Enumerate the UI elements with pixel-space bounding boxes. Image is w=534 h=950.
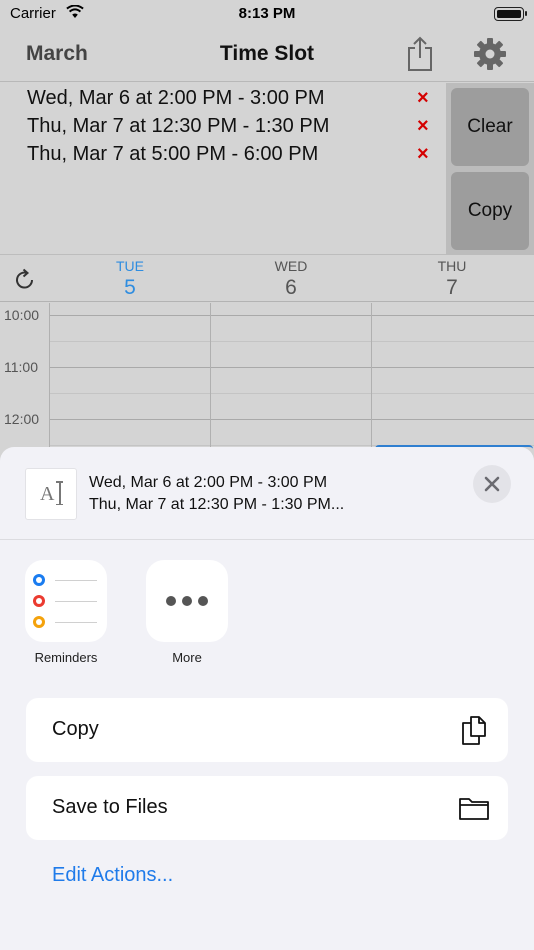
refresh-icon[interactable]	[13, 268, 37, 292]
day-number: 6	[285, 276, 297, 299]
preview-line-1: Wed, Mar 6 at 2:00 PM - 3:00 PM	[89, 474, 328, 491]
day-name: WED	[274, 258, 308, 274]
status-time: 8:13 PM	[238, 5, 296, 22]
close-button[interactable]	[473, 465, 511, 503]
day-number: 5	[124, 276, 136, 299]
remove-slot-icon[interactable]: ×	[417, 87, 429, 110]
copy-button[interactable]: Copy	[451, 172, 529, 250]
close-icon	[484, 476, 500, 492]
slot-text: Thu, Mar 7 at 5:00 PM - 6:00 PM	[27, 143, 319, 165]
slot-actions-column: Clear Copy	[446, 83, 534, 255]
slot-item: Wed, Mar 6 at 2:00 PM - 3:00 PM ×	[27, 85, 442, 113]
hour-line	[49, 419, 534, 420]
calendar-grid[interactable]: 10:00 11:00 12:00	[0, 303, 534, 455]
more-apps-button[interactable]	[146, 560, 228, 642]
time-label: 12:00	[4, 411, 40, 427]
navigation-bar: March Time Slot	[0, 28, 534, 82]
week-header: TUE 5 WED 6 THU 7	[0, 256, 534, 302]
slot-item: Thu, Mar 7 at 12:30 PM - 1:30 PM ×	[27, 113, 442, 141]
reminders-app-button[interactable]	[25, 560, 107, 642]
folder-icon	[458, 792, 490, 824]
share-icon[interactable]	[404, 36, 436, 72]
status-bar: Carrier 8:13 PM	[0, 0, 534, 28]
slot-text: Wed, Mar 6 at 2:00 PM - 3:00 PM	[27, 87, 325, 109]
half-hour-line	[49, 341, 534, 342]
more-icon	[166, 596, 208, 606]
slot-item: Thu, Mar 7 at 5:00 PM - 6:00 PM ×	[27, 141, 442, 169]
preview-line-2: Thu, Mar 7 at 12:30 PM - 1:30 PM...	[89, 496, 345, 513]
battery-icon	[494, 7, 527, 21]
share-sheet-header: A Wed, Mar 6 at 2:00 PM - 3:00 PM Thu, M…	[0, 447, 534, 540]
preview-glyph: A	[40, 483, 55, 505]
column-divider	[49, 303, 50, 453]
copy-action[interactable]: Copy	[26, 698, 508, 762]
save-to-files-action[interactable]: Save to Files	[26, 776, 508, 840]
share-sheet: A Wed, Mar 6 at 2:00 PM - 3:00 PM Thu, M…	[0, 447, 534, 950]
copy-action-label: Copy	[52, 718, 99, 740]
remove-slot-icon[interactable]: ×	[417, 143, 429, 166]
month-button[interactable]: March	[26, 42, 88, 66]
day-header-wed[interactable]: WED 6	[211, 256, 371, 300]
more-label: More	[172, 650, 202, 665]
save-to-files-label: Save to Files	[52, 796, 168, 818]
day-name: THU	[437, 258, 467, 274]
remove-slot-icon[interactable]: ×	[417, 115, 429, 138]
reminders-label: Reminders	[34, 650, 98, 665]
day-name: TUE	[116, 258, 144, 274]
column-divider	[371, 303, 372, 453]
day-number: 7	[446, 276, 458, 299]
half-hour-line	[49, 393, 534, 394]
text-document-icon: A	[25, 468, 77, 520]
selected-slots-panel: Wed, Mar 6 at 2:00 PM - 3:00 PM × Thu, M…	[0, 83, 534, 255]
time-label: 11:00	[4, 359, 38, 375]
day-header-tue[interactable]: TUE 5	[50, 256, 210, 300]
column-divider	[210, 303, 211, 453]
gear-icon[interactable]	[473, 37, 507, 71]
time-label: 10:00	[4, 307, 40, 323]
hour-line	[49, 315, 534, 316]
day-header-thu[interactable]: THU 7	[372, 256, 532, 300]
edit-actions-link[interactable]: Edit Actions...	[52, 864, 173, 887]
hour-line	[49, 367, 534, 368]
slot-text: Thu, Mar 7 at 12:30 PM - 1:30 PM	[27, 115, 330, 137]
copy-icon	[458, 714, 490, 746]
clear-button[interactable]: Clear	[451, 88, 529, 166]
